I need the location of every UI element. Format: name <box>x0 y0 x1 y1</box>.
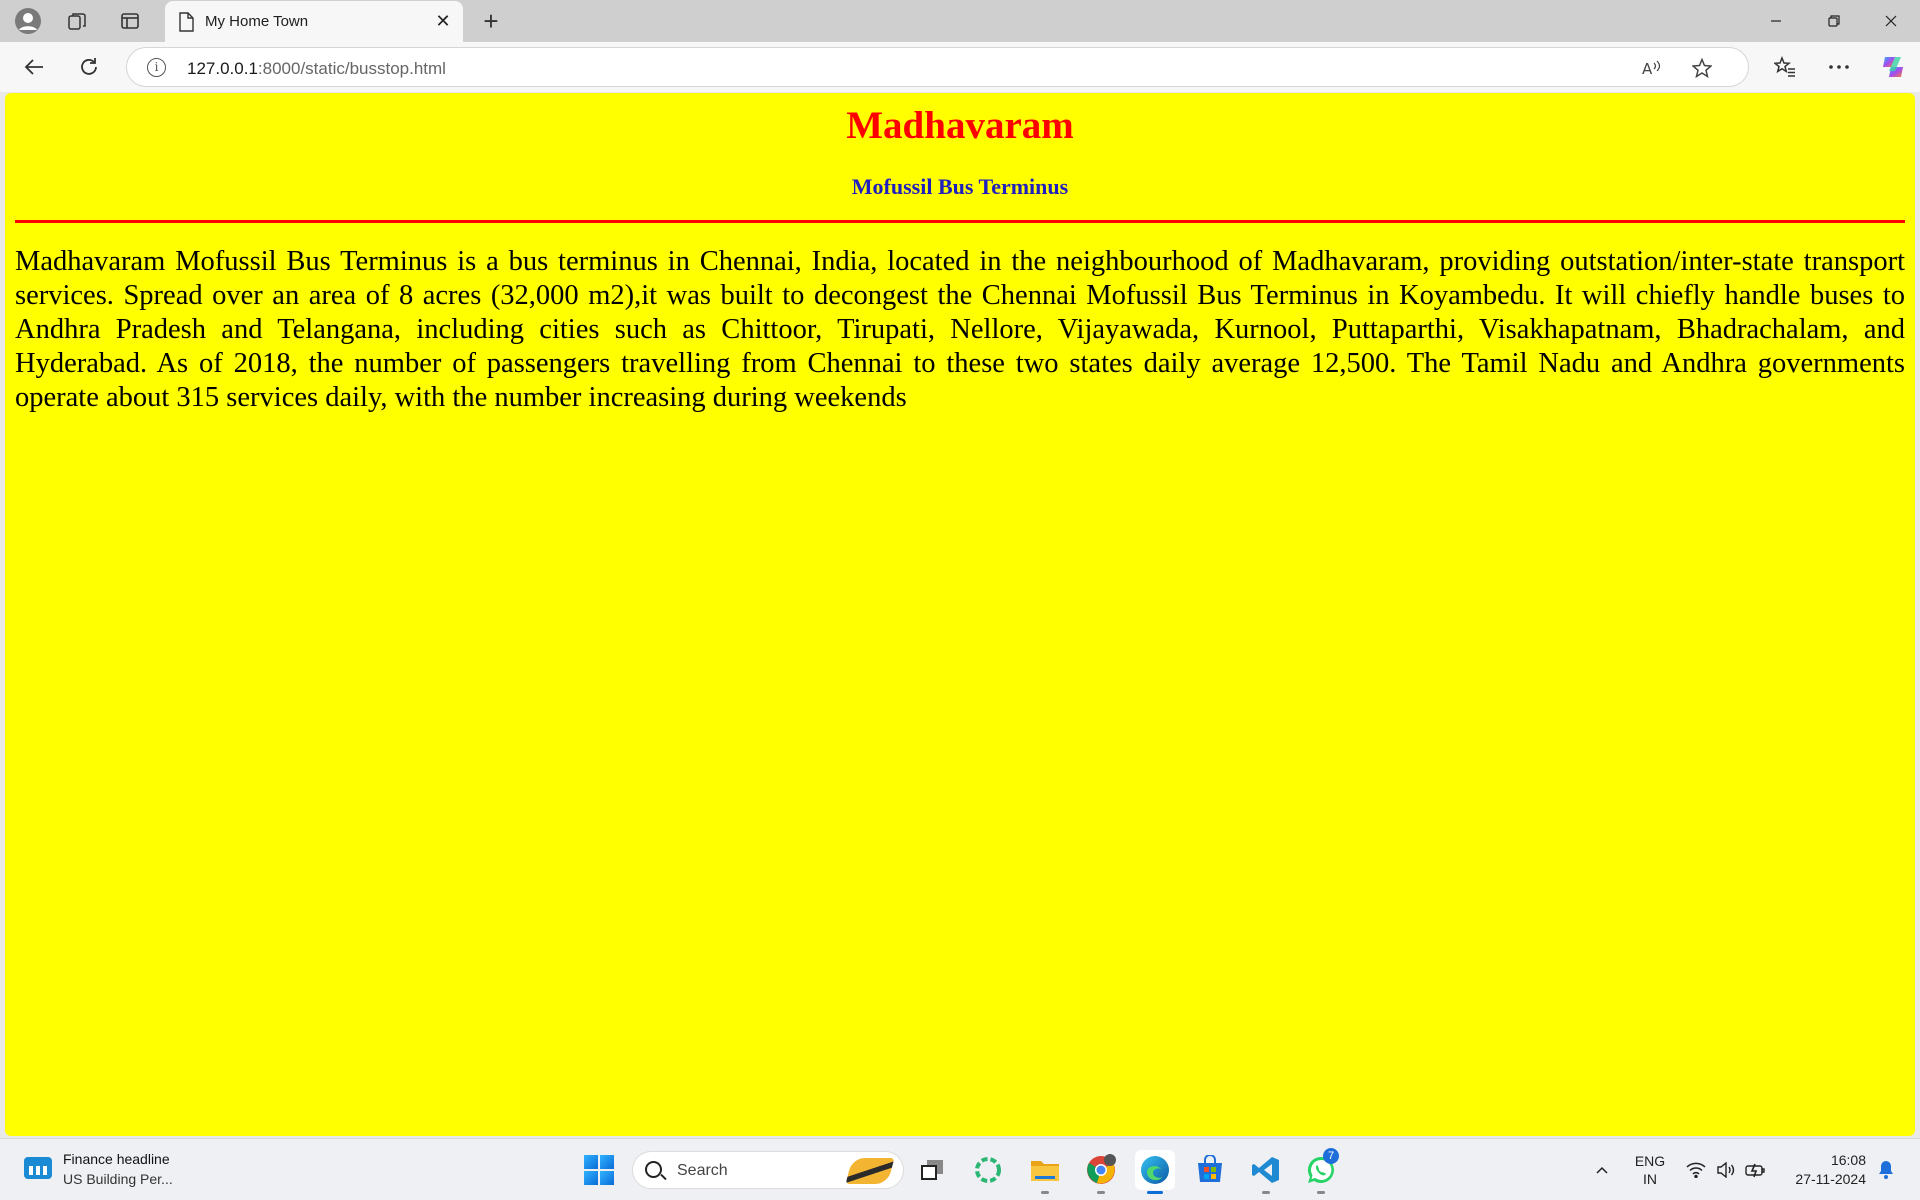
widget-subtitle: US Building Per... <box>63 1171 173 1187</box>
favorite-star-icon[interactable] <box>1687 54 1717 82</box>
clock-date: 27-11-2024 <box>1795 1171 1866 1187</box>
tab-strip: My Home Town ✕ + <box>0 0 1920 42</box>
vscode-app[interactable] <box>1246 1150 1286 1194</box>
region-code: IN <box>1643 1171 1657 1187</box>
close-window-button[interactable] <box>1862 0 1920 42</box>
workspaces-icon[interactable] <box>57 6 97 36</box>
copilot-icon[interactable] <box>1874 50 1912 84</box>
running-indicator <box>1147 1191 1163 1194</box>
volume-icon[interactable] <box>1714 1139 1738 1200</box>
page-subtitle: Mofussil Bus Terminus <box>851 173 1069 199</box>
close-tab-icon[interactable]: ✕ <box>431 9 455 33</box>
url-host: 127.0.0.1 <box>187 59 258 78</box>
back-button[interactable] <box>15 50 53 84</box>
system-clock[interactable]: 16:08 27-11-2024 <box>1776 1151 1866 1189</box>
news-widget[interactable]: Finance headline US Building Per... <box>22 1149 202 1191</box>
file-explorer-app[interactable] <box>1025 1150 1065 1194</box>
search-placeholder: Search <box>677 1162 728 1179</box>
read-aloud-icon[interactable]: A <box>1637 54 1667 82</box>
notification-bell-icon[interactable] <box>1872 1139 1900 1200</box>
search-icon <box>645 1161 662 1178</box>
profile-icon[interactable] <box>8 6 48 36</box>
svg-text:A: A <box>1642 60 1653 78</box>
url-text[interactable]: 127.0.0.1:8000/static/busstop.html <box>187 59 446 79</box>
browser-toolbar: i 127.0.0.1:8000/static/busstop.html A <box>0 42 1920 92</box>
running-indicator <box>1262 1191 1270 1194</box>
microsoft-store-app[interactable] <box>1190 1150 1230 1190</box>
search-highlight-icon <box>845 1158 895 1184</box>
show-hidden-icons-chevron-icon[interactable] <box>1590 1139 1614 1200</box>
browser-tab-active[interactable]: My Home Town ✕ <box>165 1 463 42</box>
page-icon <box>179 12 194 32</box>
tab-title: My Home Town <box>205 13 309 30</box>
refresh-button[interactable] <box>70 50 108 84</box>
url-path: :8000/static/busstop.html <box>257 59 446 78</box>
chrome-app[interactable] <box>1081 1150 1121 1194</box>
running-indicator <box>1097 1191 1105 1194</box>
finance-chart-icon <box>24 1157 52 1179</box>
start-button[interactable] <box>584 1155 614 1185</box>
vertical-tabs-icon[interactable] <box>110 6 150 36</box>
windows-logo-tile <box>584 1155 598 1169</box>
notification-badge: 7 <box>1323 1148 1339 1164</box>
windows-logo-tile <box>584 1171 598 1185</box>
new-tab-button[interactable]: + <box>474 6 508 36</box>
site-info-icon[interactable]: i <box>147 58 166 77</box>
battery-charging-icon[interactable] <box>1744 1139 1768 1200</box>
page-viewport: Madhavaram Mofussil Bus Terminus Madhava… <box>5 93 1915 1136</box>
running-indicator <box>1041 1191 1049 1194</box>
page-title: Madhavaram <box>846 104 1074 147</box>
language-code: ENG <box>1634 1153 1666 1169</box>
address-bar[interactable]: i 127.0.0.1:8000/static/busstop.html A <box>126 47 1749 87</box>
edge-app[interactable] <box>1135 1150 1175 1194</box>
copilot-app[interactable] <box>968 1150 1008 1190</box>
task-view-app[interactable] <box>912 1150 952 1190</box>
windows-logo-tile <box>600 1155 614 1169</box>
widget-title: Finance headline <box>63 1151 170 1167</box>
restore-button[interactable] <box>1805 0 1863 42</box>
page-paragraph: Madhavaram Mofussil Bus Terminus is a bu… <box>15 245 1905 413</box>
input-language[interactable]: ENG IN <box>1630 1152 1670 1188</box>
whatsapp-app[interactable]: 7 <box>1301 1148 1341 1194</box>
horizontal-rule <box>15 219 1905 223</box>
taskbar: Finance headline US Building Per... Sear… <box>0 1138 1920 1200</box>
running-indicator <box>1317 1191 1325 1194</box>
windows-logo-tile <box>600 1171 614 1185</box>
wifi-icon[interactable] <box>1684 1139 1708 1200</box>
favorites-icon[interactable] <box>1766 50 1804 84</box>
more-options-icon[interactable] <box>1820 50 1858 84</box>
taskbar-search[interactable]: Search <box>632 1151 904 1189</box>
minimize-button[interactable] <box>1747 0 1805 42</box>
clock-time: 16:08 <box>1830 1152 1866 1168</box>
